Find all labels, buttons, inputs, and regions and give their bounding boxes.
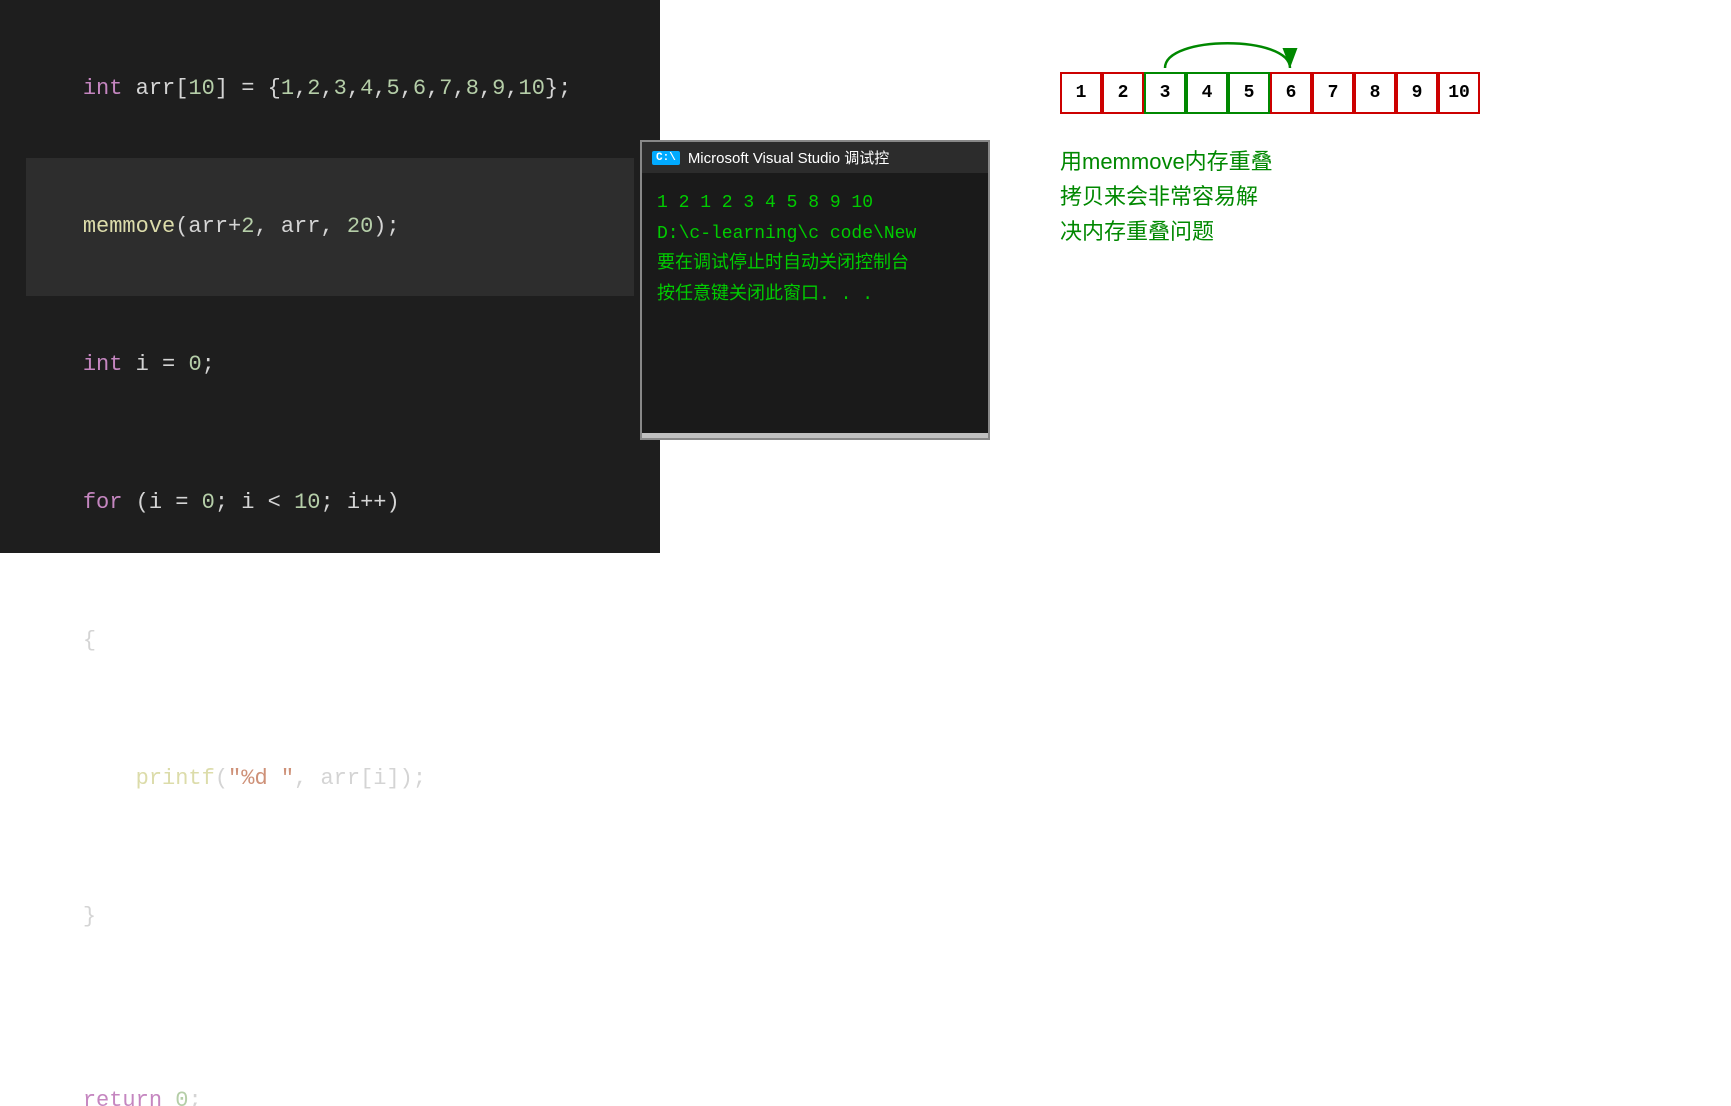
code-editor: int arr[10] = {1,2,3,4,5,6,7,8,9,10}; me… [0,0,660,553]
console-title: Microsoft Visual Studio 调试控 [688,147,889,168]
diagram-area: 1 2 3 4 5 6 7 8 9 10 用memmove内存重叠 拷贝来会非常… [1010,0,1731,553]
code-line-5: { [30,572,630,710]
code-line-2: memmove(arr+2, arr, 20); [26,158,634,296]
console-output-1: 1 2 1 2 3 4 5 8 9 10 [657,188,973,219]
array-arrow-row [1060,30,1480,70]
array-cell-1: 1 [1060,72,1102,114]
code-line-7: } [30,848,630,986]
code-line-1: int arr[10] = {1,2,3,4,5,6,7,8,9,10}; [30,20,630,158]
array-arrow-svg [1060,30,1480,70]
console-window: C:\ Microsoft Visual Studio 调试控 1 2 1 2 … [640,140,990,440]
code-line-9: return 0; [30,1032,630,1106]
console-output-2: D:\c-learning\c code\New [657,219,973,250]
console-body: 1 2 1 2 3 4 5 8 9 10 D:\c-learning\c cod… [642,173,988,433]
array-cell-3: 3 [1144,72,1186,114]
description-line-1: 用memmove内存重叠 [1060,144,1273,179]
array-cell-10: 10 [1438,72,1480,114]
console-titlebar: C:\ Microsoft Visual Studio 调试控 [642,142,988,173]
array-cell-4: 4 [1186,72,1228,114]
code-line-4: for (i = 0; i < 10; i++) [30,434,630,572]
description-line-3: 决内存重叠问题 [1060,214,1273,249]
description-line-2: 拷贝来会非常容易解 [1060,179,1273,214]
console-icon: C:\ [652,151,680,165]
array-cell-8: 8 [1354,72,1396,114]
description-text: 用memmove内存重叠 拷贝来会非常容易解 决内存重叠问题 [1060,144,1273,250]
code-line-6: printf("%d ", arr[i]); [30,710,630,848]
array-cell-6: 6 [1270,72,1312,114]
console-output-3: 要在调试停止时自动关闭控制台 [657,249,973,280]
console-output-4: 按任意键关闭此窗口. . . [657,280,973,311]
array-cell-5: 5 [1228,72,1270,114]
array-cell-7: 7 [1312,72,1354,114]
array-cell-2: 2 [1102,72,1144,114]
array-cell-9: 9 [1396,72,1438,114]
code-line-8 [30,986,630,1032]
code-line-3: int i = 0; [30,296,630,434]
array-cells-row: 1 2 3 4 5 6 7 8 9 10 [1060,72,1480,114]
array-diagram: 1 2 3 4 5 6 7 8 9 10 [1060,30,1480,114]
